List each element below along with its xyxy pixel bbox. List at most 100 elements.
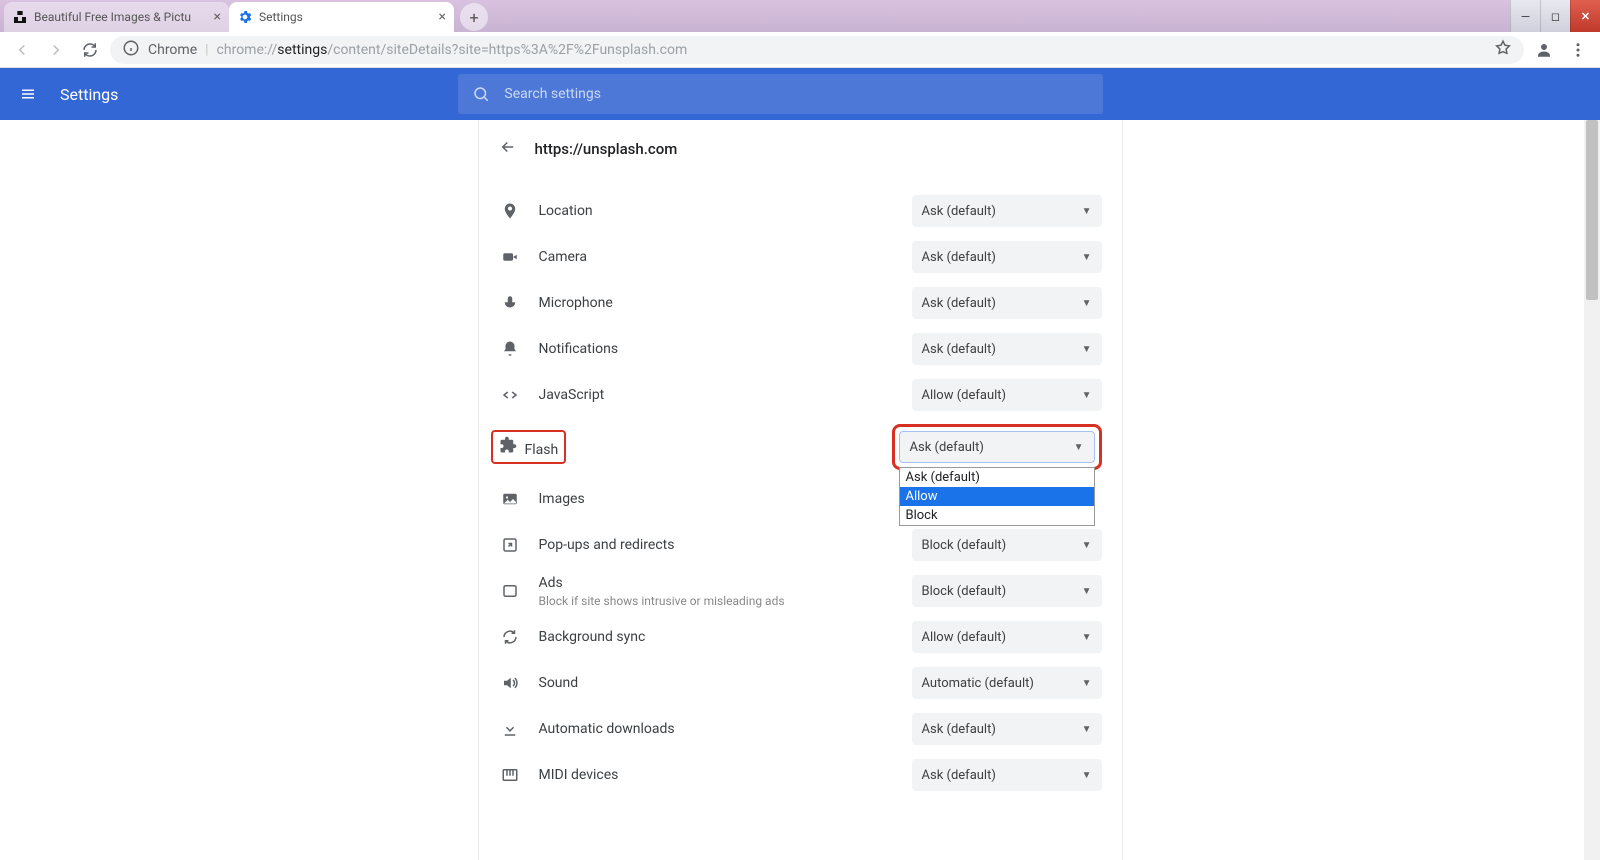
permission-select[interactable]: Ask (default) ▼	[912, 759, 1102, 791]
permission-select[interactable]: Block (default) ▼	[912, 575, 1102, 607]
chevron-down-icon: ▼	[1082, 632, 1092, 643]
permission-select[interactable]: Ask (default) ▼	[912, 713, 1102, 745]
select-value: Block (default)	[922, 584, 1007, 599]
permission-label: JavaScript	[539, 387, 894, 403]
permission-label: Notifications	[539, 341, 894, 357]
sync-icon	[499, 628, 521, 646]
dropdown-option[interactable]: Block	[900, 506, 1094, 525]
select-value: Ask (default)	[922, 250, 996, 265]
new-tab-button[interactable]: +	[460, 3, 488, 31]
chevron-down-icon: ▼	[1082, 206, 1092, 217]
bell-icon	[499, 340, 521, 358]
site-details-card: https://unsplash.com Location Ask (defaul…	[478, 120, 1123, 860]
tab-close-icon[interactable]: ×	[214, 10, 221, 24]
permission-label: Background sync	[539, 629, 894, 645]
permission-row-javascript: JavaScript Allow (default)▼	[479, 372, 1122, 418]
chevron-down-icon: ▼	[1082, 586, 1092, 597]
settings-title: Settings	[60, 85, 118, 104]
back-button[interactable]	[8, 36, 36, 64]
dropdown-option[interactable]: Ask (default)	[900, 468, 1094, 487]
select-value: Ask (default)	[922, 768, 996, 783]
omnibox[interactable]: Chrome | chrome://settings/content/siteD…	[110, 36, 1524, 64]
settings-favicon-icon	[237, 9, 253, 25]
window-maximize-button[interactable]: ◻	[1540, 0, 1570, 32]
permission-label: Sound	[539, 675, 894, 691]
permission-row-ads: AdsBlock if site shows intrusive or misl…	[479, 568, 1122, 614]
permission-select[interactable]: Automatic (default) ▼	[912, 667, 1102, 699]
window-minimize-button[interactable]: ─	[1510, 0, 1540, 32]
profile-avatar-icon[interactable]	[1530, 36, 1558, 64]
tab-strip: Beautiful Free Images & Pictu × Settings…	[0, 0, 488, 32]
tab-settings[interactable]: Settings ×	[229, 2, 454, 32]
permission-select[interactable]: Allow (default)▼	[912, 379, 1102, 411]
select-value: Automatic (default)	[922, 676, 1034, 691]
browser-toolbar: Chrome | chrome://settings/content/siteD…	[0, 32, 1600, 68]
select-value: Ask (default)	[910, 440, 984, 455]
permission-select[interactable]: Allow (default)▼	[912, 621, 1102, 653]
unsplash-favicon-icon	[12, 9, 28, 25]
chrome-menu-button[interactable]	[1564, 36, 1592, 64]
permission-select[interactable]: Ask (default) ▼	[912, 333, 1102, 365]
chevron-down-icon: ▼	[1082, 770, 1092, 781]
permission-row-notifications: Notifications Ask (default) ▼	[479, 326, 1122, 372]
midi-icon	[499, 766, 521, 784]
chevron-down-icon: ▼	[1082, 678, 1092, 689]
permission-label: MIDI devices	[539, 767, 894, 783]
permission-label: Pop-ups and redirects	[539, 537, 894, 553]
window-close-button[interactable]: ✕	[1570, 0, 1600, 32]
site-header: https://unsplash.com	[479, 120, 1122, 188]
omnibox-url: chrome://settings/content/siteDetails?si…	[217, 42, 688, 58]
sound-icon	[499, 674, 521, 692]
permission-label: Microphone	[539, 295, 894, 311]
permission-select[interactable]: Ask (default) ▼	[899, 431, 1095, 463]
content-area: https://unsplash.com Location Ask (defaul…	[0, 120, 1600, 860]
select-value: Ask (default)	[922, 342, 996, 357]
ads-icon	[499, 582, 521, 600]
permission-row-flash: FlashAsk (default)▼Ask (default)AllowBlo…	[479, 418, 1122, 476]
download-icon	[499, 720, 521, 738]
chevron-down-icon: ▼	[1082, 724, 1092, 735]
permission-row-midi-devices: MIDI devices Ask (default) ▼	[479, 752, 1122, 798]
chevron-down-icon: ▼	[1082, 540, 1092, 551]
reload-button[interactable]	[76, 36, 104, 64]
settings-search[interactable]	[458, 74, 1103, 114]
settings-search-input[interactable]	[504, 86, 1089, 102]
tab-unsplash[interactable]: Beautiful Free Images & Pictu ×	[4, 2, 229, 32]
chevron-down-icon: ▼	[1082, 344, 1092, 355]
permission-select[interactable]: Block (default) ▼	[912, 529, 1102, 561]
dropdown-option[interactable]: Allow	[900, 487, 1094, 506]
mic-icon	[499, 294, 521, 312]
select-value: Block (default)	[922, 538, 1007, 553]
permission-row-sound: Sound Automatic (default) ▼	[479, 660, 1122, 706]
tab-title: Beautiful Free Images & Pictu	[34, 10, 208, 24]
permission-row-automatic-downloads: Automatic downloadsAsk (default)▼	[479, 706, 1122, 752]
permission-dropdown: Ask (default)AllowBlock	[899, 467, 1095, 526]
site-info-icon[interactable]	[122, 39, 140, 61]
select-value: Ask (default)	[922, 722, 996, 737]
permission-sublabel: Block if site shows intrusive or mislead…	[539, 594, 894, 608]
code-icon	[499, 386, 521, 404]
scrollbar[interactable]	[1584, 120, 1600, 860]
scrollbar-thumb[interactable]	[1586, 120, 1598, 300]
back-arrow-icon[interactable]	[499, 138, 517, 160]
site-url: https://unsplash.com	[535, 140, 678, 158]
hamburger-menu-icon[interactable]	[16, 82, 40, 106]
popup-icon	[499, 536, 521, 554]
permission-select[interactable]: Ask (default) ▼	[912, 195, 1102, 227]
permission-select[interactable]: Ask (default)▼	[912, 287, 1102, 319]
permission-label: AdsBlock if site shows intrusive or misl…	[539, 575, 894, 608]
chevron-down-icon: ▼	[1074, 442, 1084, 453]
select-value: Allow (default)	[922, 388, 1007, 403]
omnibox-scheme: Chrome	[148, 42, 197, 58]
permission-label: Camera	[539, 249, 894, 265]
permission-label: Location	[539, 203, 894, 219]
bookmark-star-icon[interactable]	[1494, 39, 1512, 61]
tab-close-icon[interactable]: ×	[439, 10, 446, 24]
forward-button[interactable]	[42, 36, 70, 64]
permission-row-microphone: Microphone Ask (default)▼	[479, 280, 1122, 326]
settings-header: Settings	[0, 68, 1600, 120]
chevron-down-icon: ▼	[1082, 298, 1092, 309]
permission-select[interactable]: Ask (default)▼	[912, 241, 1102, 273]
select-value: Ask (default)	[922, 204, 996, 219]
permission-row-pop-ups-and-redirects: Pop-ups and redirects Block (default) ▼	[479, 522, 1122, 568]
